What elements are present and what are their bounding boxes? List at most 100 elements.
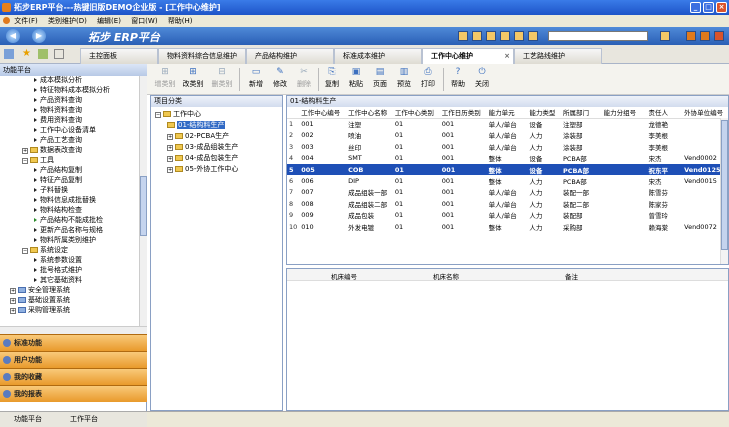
scrollbar-thumb[interactable] — [140, 176, 147, 236]
edit-button[interactable]: ✎ 修改 — [267, 66, 293, 93]
pin-icon[interactable] — [4, 49, 14, 59]
menu-edit[interactable]: 编辑(E) — [97, 17, 121, 25]
page-button[interactable]: ▤ 页面 — [367, 66, 393, 93]
tree-item[interactable]: 产品工艺查询 — [34, 136, 82, 145]
table-row[interactable]: 1 001 注塑 01 001 单人/单台 设备 注塑部 龙德艳 — [287, 118, 728, 129]
grid-column-header[interactable]: 外协单位编号 — [682, 107, 728, 119]
tab-function-platform[interactable]: 功能平台 — [2, 413, 42, 426]
note-icon[interactable] — [486, 31, 496, 41]
print-button[interactable]: ⎙ 打印 — [415, 66, 441, 93]
grid-scrollbar[interactable] — [720, 118, 728, 264]
section-standard-functions[interactable]: 标准功能 — [0, 334, 147, 351]
grid-column-header[interactable]: 工作中心编号 — [299, 107, 347, 119]
table-row[interactable]: 6 006 DIP 01 001 整体 人力 PCBA部 宋杰 Vend0015 — [287, 175, 728, 186]
tree-folder[interactable]: − 系统设定 — [22, 246, 68, 255]
exit-icon[interactable] — [714, 31, 724, 41]
section-reports[interactable]: 我的报表 — [0, 385, 147, 402]
table-row[interactable]: 4 004 SMT 01 001 整体 设备 PCBA部 宋杰 Vend0002 — [287, 153, 728, 164]
grid-column-header[interactable]: 所属部门 — [560, 107, 602, 119]
tree-item[interactable]: 产品资料查询 — [34, 96, 82, 105]
tree-item[interactable]: 子料替换 — [34, 186, 68, 195]
forward-icon[interactable]: ▶ — [32, 29, 46, 43]
close-button[interactable]: × — [716, 2, 727, 13]
tree-item[interactable]: 物料所属类别维护 — [34, 236, 96, 245]
section-favorites[interactable]: 我的收藏 — [0, 368, 147, 385]
grid-column-header[interactable] — [287, 107, 300, 119]
tree-item[interactable]: 工作中心设备清单 — [34, 126, 96, 135]
back-icon[interactable]: ◀ — [6, 29, 20, 43]
category-item[interactable]: +02-PCBA生产 — [167, 131, 229, 141]
restore-icon[interactable] — [686, 31, 696, 41]
tile-icon[interactable] — [700, 31, 710, 41]
delete-category-button[interactable]: ⊟ 删类别 — [209, 66, 235, 93]
table-row[interactable]: 8 008 成品组装二部 01 001 单人/单台 人力 装配二部 陈家芬 — [287, 198, 728, 209]
search-input[interactable] — [548, 31, 648, 41]
refresh-icon[interactable] — [660, 31, 670, 41]
tree-folder[interactable]: + 数据表改查询 — [22, 146, 82, 155]
tree-folder[interactable]: + 安全管理系统 — [10, 286, 70, 295]
table-row[interactable]: 2 002 喷油 01 001 单人/单台 人力 涂装部 李美根 — [287, 130, 728, 141]
tab-material-info[interactable]: 物料资料综合信息维护 — [158, 48, 246, 64]
tree-item[interactable]: 系统参数设置 — [34, 256, 82, 265]
tree-item[interactable]: 更新产品名称与规格 — [34, 226, 103, 235]
category-root[interactable]: − 工作中心 — [155, 109, 201, 119]
tab-product-structure[interactable]: 产品结构维护 — [246, 48, 334, 64]
tree-item[interactable]: 其它基础资料 — [34, 276, 82, 285]
grid-column-header[interactable]: 工作中心类别 — [392, 107, 440, 119]
tree-item[interactable]: 物料信息成批替换 — [34, 196, 96, 205]
tree-item[interactable]: 费用资料查询 — [34, 116, 82, 125]
grid-column-header[interactable]: 能力类型 — [527, 107, 561, 119]
table-row[interactable]: 3 003 丝印 01 001 单人/单台 人力 涂装部 李美根 — [287, 141, 728, 152]
grid-column-header[interactable]: 能力分组号 — [601, 107, 647, 119]
tree-folder[interactable]: − 工具 — [22, 156, 54, 165]
star-icon[interactable]: ★ — [22, 49, 32, 59]
tree-item[interactable]: 产品结构不能成批检 — [34, 216, 103, 225]
tree-folder[interactable]: + 基础设置系统 — [10, 296, 70, 305]
tab-routing[interactable]: 工艺路线维护 — [514, 48, 602, 64]
section-user-functions[interactable]: 用户功能 — [0, 351, 147, 368]
tree-item[interactable]: 成本模拟分析 — [34, 76, 82, 85]
help-button[interactable]: ? 帮助 — [445, 66, 471, 93]
close-page-button[interactable]: ⏻ 关闭 — [469, 66, 495, 93]
category-item[interactable]: +04-成品包装生产 — [167, 153, 238, 163]
tree-item[interactable]: 特征产品复制 — [34, 176, 82, 185]
minimize-button[interactable]: _ — [690, 2, 701, 13]
menu-help[interactable]: 帮助(H) — [168, 17, 193, 25]
tab-close-icon[interactable]: × — [504, 49, 510, 64]
tree-item[interactable]: 物料结构检查 — [34, 206, 82, 215]
tree-folder[interactable]: + 采购管理系统 — [10, 306, 70, 315]
grid-column-header[interactable]: 工作日历类别 — [439, 107, 487, 119]
tab-work-platform[interactable]: 工作平台 — [58, 413, 98, 426]
calendar-icon[interactable] — [458, 31, 468, 41]
maximize-button[interactable]: □ — [703, 2, 714, 13]
tab-work-center[interactable]: 工作中心维护 × — [422, 48, 514, 64]
category-item[interactable]: 01-结构料生产 — [167, 120, 226, 130]
category-item[interactable]: +03-成品组装生产 — [167, 142, 238, 152]
tree-hscrollbar[interactable] — [0, 326, 147, 334]
chart-icon[interactable] — [500, 31, 510, 41]
grid-menu-icon[interactable] — [54, 49, 64, 59]
delete-button[interactable]: ✂ 删除 — [291, 66, 317, 93]
new-button[interactable]: ▭ 新增 — [243, 66, 269, 93]
tab-standard-cost[interactable]: 标准成本维护 — [334, 48, 422, 64]
menu-category[interactable]: 类别维护(D) — [48, 17, 87, 25]
tree-scrollbar[interactable] — [139, 76, 147, 326]
tree-item[interactable]: 批号格式维护 — [34, 266, 82, 275]
tree-item[interactable]: 物料资料查询 — [34, 106, 82, 115]
category-item[interactable]: +05-外协工作中心 — [167, 164, 238, 174]
menu-file[interactable]: 文件(F) — [14, 17, 38, 25]
table-row[interactable]: 7 007 成品组装一部 01 001 单人/单台 人力 装配一部 陈雪芬 — [287, 187, 728, 198]
grid-column-header[interactable]: 责任人 — [646, 107, 683, 119]
add-category-button[interactable]: ⊞ 增类别 — [152, 66, 178, 93]
table-row[interactable]: 10 010 外发电镀 01 001 整体 人力 采购部 赖海棠 Vend0072 — [287, 221, 728, 232]
tree-item[interactable]: 产品结构复制 — [34, 166, 82, 175]
refresh-tab-icon[interactable] — [38, 49, 48, 59]
tree-item[interactable]: 特征物料成本模拟分析 — [34, 86, 110, 95]
grid-column-header[interactable]: 能力单元 — [486, 107, 528, 119]
settings-icon[interactable] — [528, 31, 538, 41]
menu-window[interactable]: 窗口(W) — [131, 17, 157, 25]
tab-dashboard[interactable]: 主控面板 — [80, 48, 158, 64]
edit-category-button[interactable]: ⊞ 改类别 — [180, 66, 206, 93]
grid-column-header[interactable]: 工作中心名称 — [346, 107, 393, 119]
preview-button[interactable]: ▥ 预览 — [391, 66, 417, 93]
